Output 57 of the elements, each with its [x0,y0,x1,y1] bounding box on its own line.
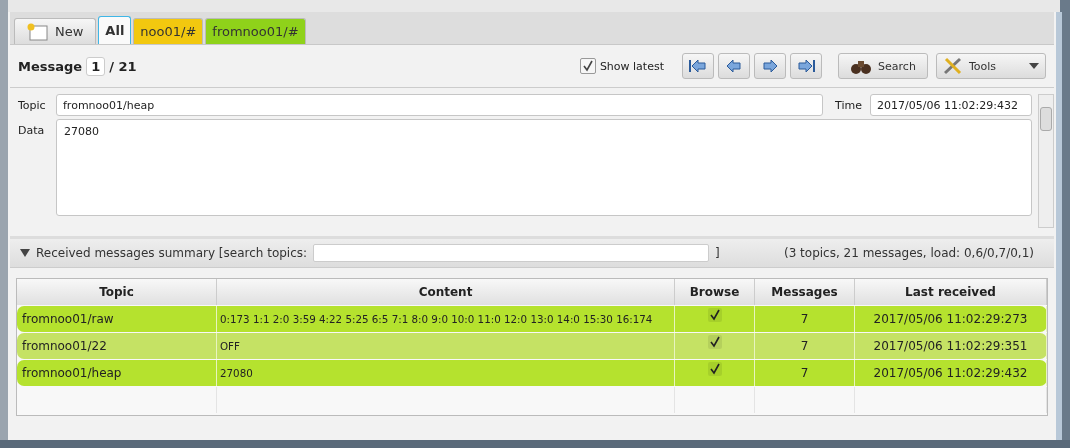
tools-menu-button[interactable]: Tools [936,53,1046,79]
browse-checkbox[interactable] [707,335,722,349]
table-cell: 2017/05/06 11:02:29:273 [855,306,1047,332]
column-header[interactable]: Browse [675,279,755,305]
summary-stats: (3 topics, 21 messages, load: 0,6/0,7/0,1) [783,246,1034,260]
table-row[interactable]: fromnoo01/raw 0:173 1:1 2:0 3:59 4:22 5:25 6:5 7:1 8:0 9:0 10:0 11:0 12:0 13:0 14:0 15:30 16:174 7 2017/05/06 11:02:29:273 [17,306,1047,332]
time-field[interactable]: 2017/05/06 11:02:29:432 [870,94,1032,116]
column-header[interactable]: Last received [855,279,1047,305]
first-arrow-icon [688,58,708,74]
table-row[interactable]: fromnoo01/heap 27080 7 2017/05/06 11:02:29:432 [17,360,1047,386]
table-cell: 2017/05/06 11:02:29:351 [855,333,1047,359]
browse-checkbox[interactable] [707,362,722,376]
browse-checkbox[interactable] [707,308,722,322]
new-button[interactable]: New [14,18,97,44]
column-header[interactable]: Messages [755,279,855,305]
message-label: Message [18,58,83,74]
table-cell: 7 [755,306,855,332]
table-cell: 7 [755,360,855,386]
topic-tab[interactable]: noo01/# [133,18,204,44]
table-cell: 7 [755,333,855,359]
table-cell: 27080 [217,360,675,386]
topic-tab[interactable]: fromnoo01/# [205,18,306,44]
table-cell: 2017/05/06 11:02:29:432 [855,360,1047,386]
search-button[interactable]: Search [838,53,928,79]
scrollbar[interactable] [1038,94,1054,228]
table-cell: OFF [217,333,675,359]
message-index-field[interactable]: 1 [86,56,106,76]
time-label: Time [835,98,862,112]
summary-title: Received messages summary [search topics: [36,246,308,260]
next-button[interactable] [754,53,786,79]
last-arrow-icon [796,58,816,74]
right-arrow-icon [760,58,780,74]
column-header[interactable]: Topic [17,279,217,305]
last-button[interactable] [790,53,822,79]
topic-label: Topic [18,98,47,112]
table-cell: 0:173 1:1 2:0 3:59 4:22 5:25 6:5 7:1 8:0 9:0 10:0 11:0 12:0 13:0 14:0 15:30 16:174 [217,306,675,332]
first-button[interactable] [682,53,714,79]
table-cell: fromnoo01/raw [17,306,217,332]
tools-icon [943,57,963,75]
previous-button[interactable] [718,53,750,79]
expand-triangle-icon[interactable] [20,249,30,257]
search-topics-field[interactable] [313,244,710,262]
left-arrow-icon [724,58,744,74]
table-cell: fromnoo01/heap [17,360,217,386]
message-total: / 21 [109,58,137,74]
caret-icon [1029,63,1039,69]
topic-tab[interactable]: All [98,16,132,44]
topic-field[interactable]: fromnoo01/heap [56,94,824,116]
data-label: Data [18,123,46,137]
show-latest-label: Show latest [599,59,664,73]
new-document-icon [27,22,49,41]
table-cell: fromnoo01/22 [17,333,217,359]
table-row[interactable]: fromnoo01/22 OFF 7 2017/05/06 11:02:29:351 [17,333,1047,359]
data-field[interactable]: 27080 [56,119,1032,216]
closing-bracket: ] [715,246,720,260]
show-latest-checkbox[interactable] [579,58,596,74]
column-header[interactable]: Content [217,279,675,305]
